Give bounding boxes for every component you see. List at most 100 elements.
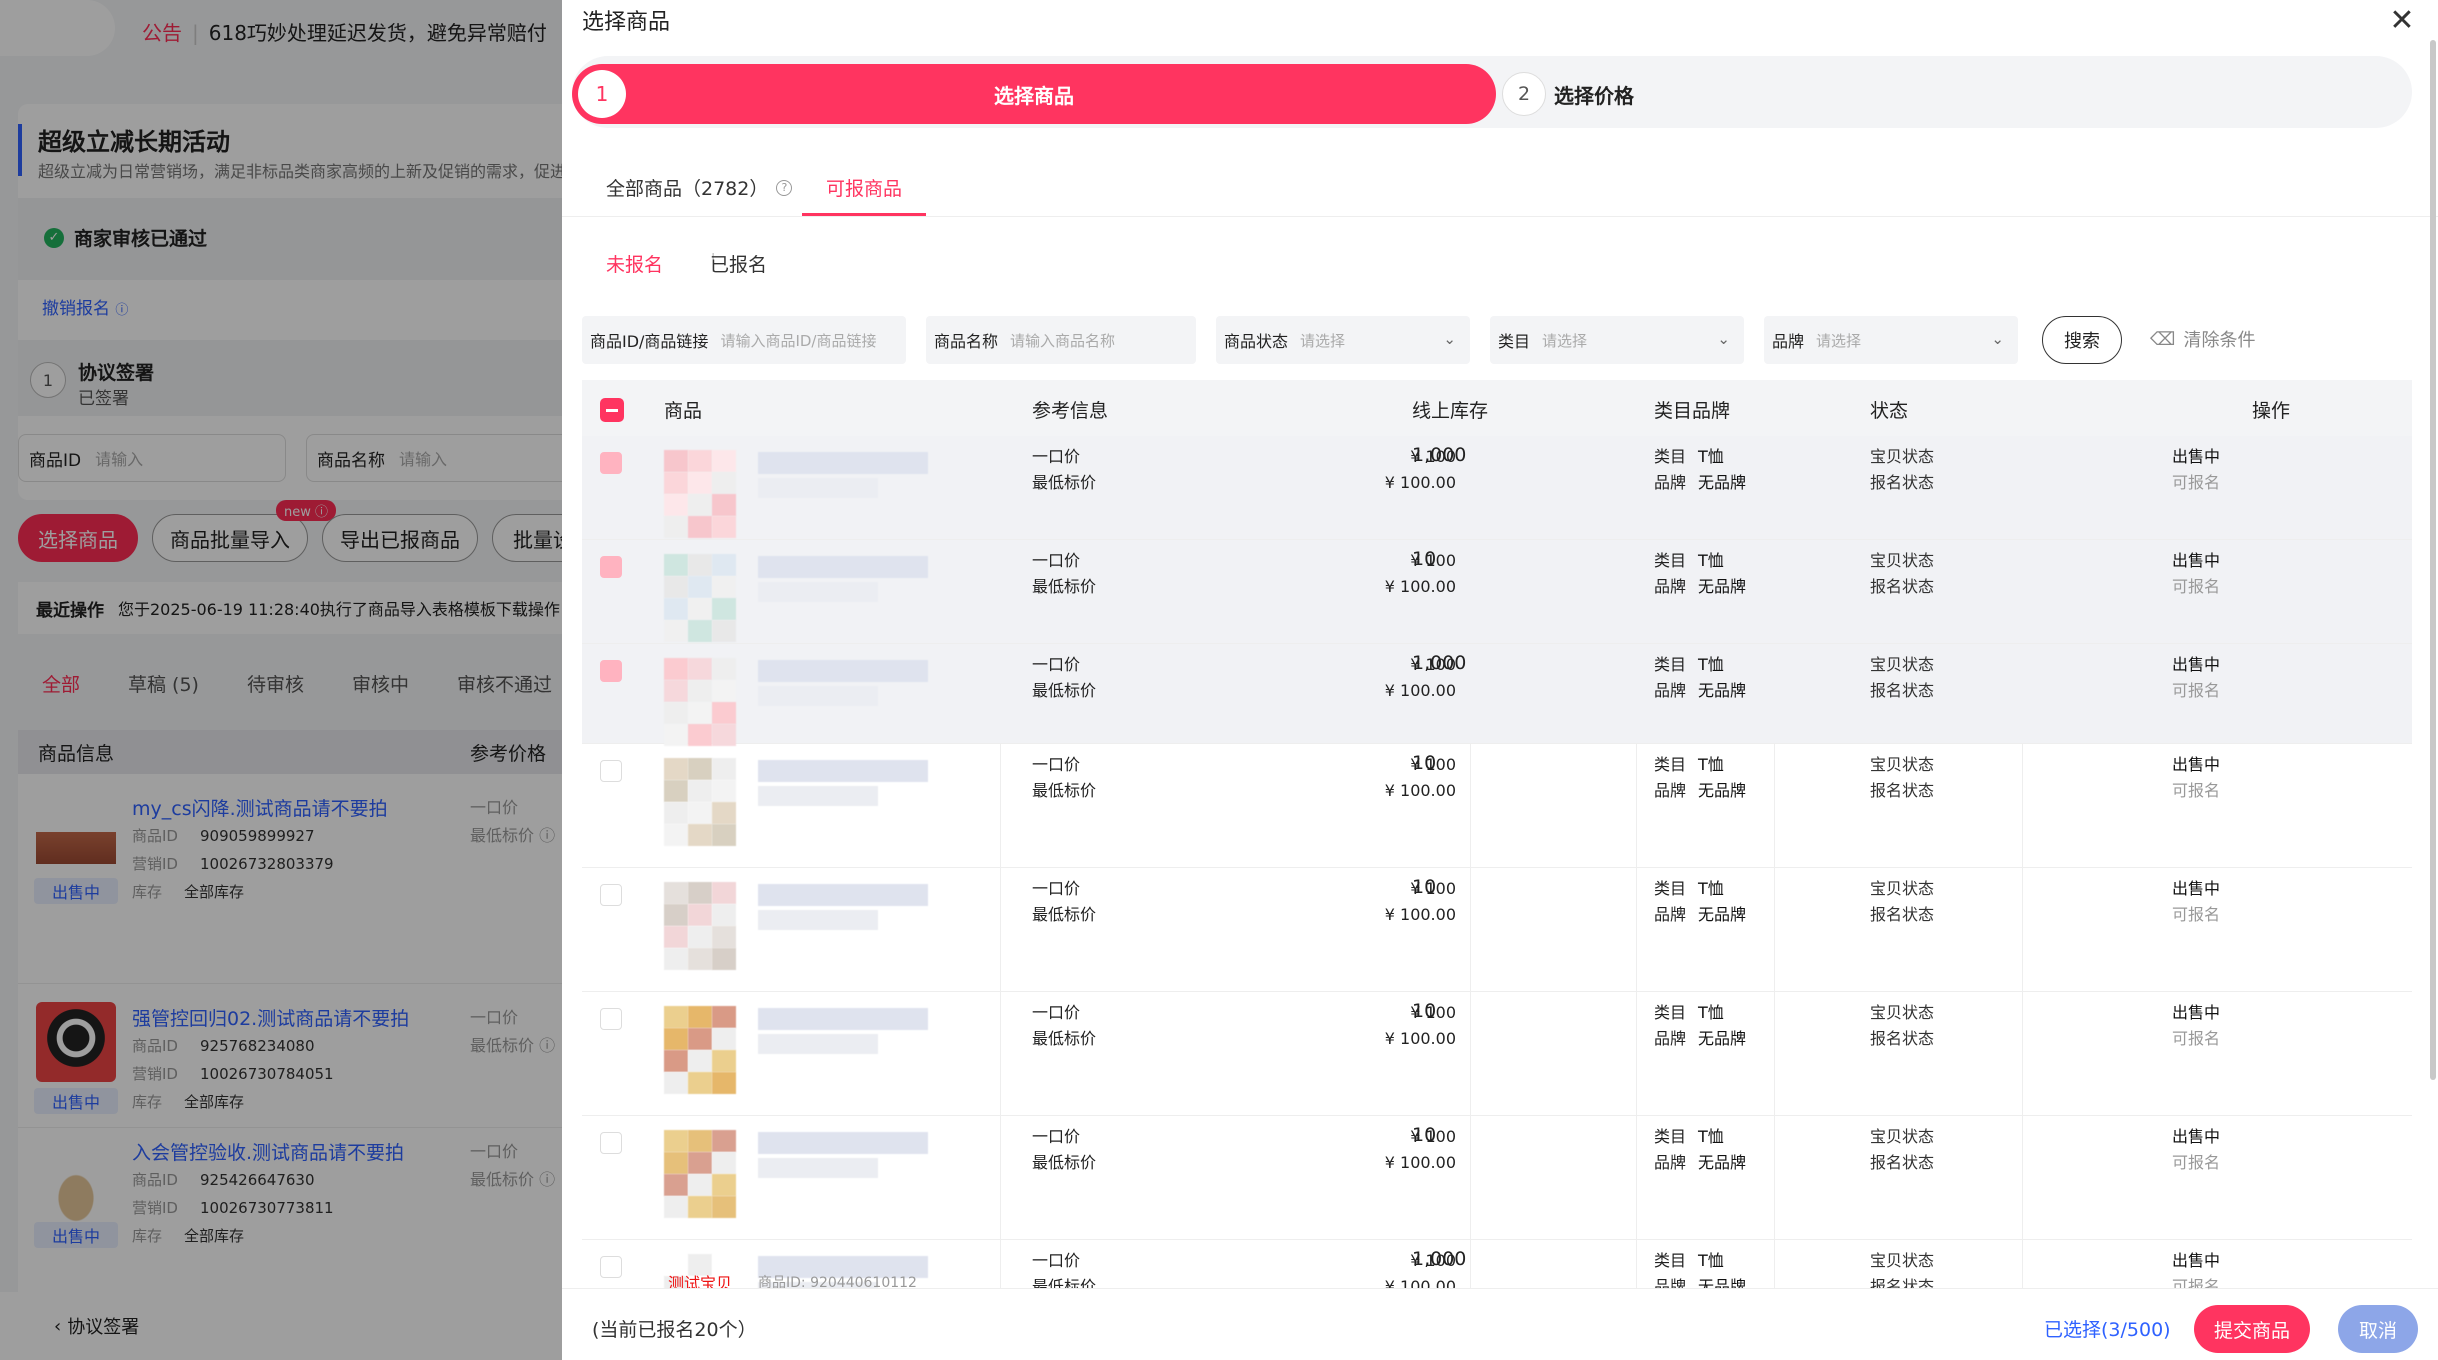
- column-divider: [1470, 744, 1471, 1288]
- column-divider: [1636, 744, 1637, 1288]
- pixelated-thumbnail: [664, 620, 688, 642]
- subtab-unregistered[interactable]: 未报名: [606, 250, 663, 277]
- pixelated-title: [758, 910, 878, 930]
- pixelated-thumbnail: [688, 948, 712, 970]
- pixelated-thumbnail: [688, 598, 712, 620]
- product-name-filter[interactable]: 商品名称 请输入商品名称: [926, 316, 1196, 364]
- pixelated-title: [758, 760, 928, 782]
- min-price-label: 最低标价: [1032, 681, 1097, 700]
- row-checkbox[interactable]: [600, 760, 622, 782]
- price-label: 一口价: [1032, 551, 1081, 570]
- pixelated-title: [758, 452, 928, 474]
- reg-state-value: 可报名: [2172, 1029, 2221, 1048]
- modal-backdrop[interactable]: [0, 0, 562, 1360]
- reg-state-label: 报名状态: [1870, 905, 1935, 924]
- pixelated-thumbnail: [664, 516, 688, 538]
- col-category-brand: 类目品牌: [1654, 400, 1731, 422]
- row-checkbox[interactable]: [600, 884, 622, 906]
- stock-value: 10: [1412, 548, 1437, 570]
- product-tabs: 全部商品（2782）? 可报商品: [562, 164, 2438, 216]
- category-value: 类目 T恤: [1654, 447, 1724, 466]
- tab-all-products[interactable]: 全部商品（2782）?: [606, 164, 793, 216]
- tab-eligible-products[interactable]: 可报商品: [802, 164, 927, 216]
- pixelated-thumbnail: [664, 758, 688, 780]
- product-status-select[interactable]: 商品状态 请选择 ⌄: [1216, 316, 1470, 364]
- price-label: 一口价: [1032, 655, 1081, 674]
- item-state-value: 出售中: [2172, 1251, 2221, 1270]
- pixelated-thumbnail: [712, 598, 736, 620]
- scrollbar[interactable]: [2430, 40, 2436, 1080]
- table-row[interactable]: 一口价 最低标价 ¥ 100 ¥ 100.00 1,000 类目 T恤 品牌 无品牌 宝贝…: [582, 644, 2412, 746]
- row-checkbox[interactable]: [600, 1132, 622, 1154]
- row-checkbox[interactable]: [600, 660, 622, 682]
- category-value: 类目 T恤: [1654, 1251, 1724, 1270]
- pixelated-thumbnail: [664, 802, 688, 824]
- min-price-value: ¥ 100.00: [1384, 577, 1456, 596]
- table-row[interactable]: 一口价 最低标价 ¥ 100 ¥ 100.00 1,000 类目 T恤 品牌 无品牌 宝贝…: [582, 436, 2412, 540]
- item-state-value: 出售中: [2172, 447, 2221, 466]
- pixelated-thumbnail: [688, 1152, 712, 1174]
- product-link-filter[interactable]: 商品ID/商品链接 请输入商品ID/商品链接: [582, 316, 906, 364]
- search-button[interactable]: 搜索: [2042, 316, 2122, 364]
- item-state-label: 宝贝状态: [1870, 1127, 1935, 1146]
- reg-state-value: 可报名: [2172, 681, 2221, 700]
- column-divider: [1000, 744, 1001, 1288]
- pixelated-thumbnail: [664, 1174, 688, 1196]
- row-checkbox[interactable]: [600, 1008, 622, 1030]
- pixelated-thumbnail: [664, 1050, 688, 1072]
- pixelated-thumbnail: [664, 904, 688, 926]
- select-all-checkbox[interactable]: [600, 398, 624, 422]
- row-checkbox[interactable]: [600, 556, 622, 578]
- pixelated-thumbnail: [712, 1050, 736, 1072]
- price-label: 一口价: [1032, 1251, 1081, 1270]
- price-label: 一口价: [1032, 755, 1081, 774]
- item-state-value: 出售中: [2172, 755, 2221, 774]
- pixelated-thumbnail: [712, 824, 736, 846]
- col-reference: 参考信息: [1032, 400, 1109, 422]
- min-price-label: 最低标价: [1032, 1029, 1097, 1048]
- min-price-label: 最低标价: [1032, 1277, 1097, 1288]
- reg-state-value: 可报名: [2172, 1153, 2221, 1172]
- submit-products-button[interactable]: 提交商品: [2194, 1305, 2310, 1353]
- brand-select[interactable]: 品牌 请选择 ⌄: [1764, 316, 2018, 364]
- pixelated-thumbnail: [712, 472, 736, 494]
- pixelated-thumbnail: [712, 882, 736, 904]
- pixelated-thumbnail: [712, 680, 736, 702]
- pixelated-title: [758, 582, 878, 602]
- reg-state-label: 报名状态: [1870, 1029, 1935, 1048]
- pixelated-thumbnail: [688, 780, 712, 802]
- cancel-button[interactable]: 取消: [2338, 1305, 2418, 1353]
- table-row[interactable]: 一口价 最低标价 ¥ 100 ¥ 100.00 10 类目 T恤 品牌 无品牌 宝贝状态报…: [582, 1116, 2412, 1240]
- table-row[interactable]: 一口价 最低标价 ¥ 100 ¥ 100.00 10 类目 T恤 品牌 无品牌 宝贝状态报…: [582, 992, 2412, 1116]
- subtab-registered[interactable]: 已报名: [710, 250, 767, 277]
- reg-state-label: 报名状态: [1870, 473, 1935, 492]
- pixelated-thumbnail: [712, 576, 736, 598]
- pixelated-thumbnail: [688, 1006, 712, 1028]
- table-row[interactable]: 一口价 最低标价 ¥ 100 ¥ 100.00 10 类目 T恤 品牌 无品牌 宝贝状态报…: [582, 744, 2412, 868]
- pixelated-thumbnail: [664, 948, 688, 970]
- row-checkbox[interactable]: [600, 452, 622, 474]
- pixelated-thumbnail: [664, 702, 688, 724]
- row-checkbox[interactable]: [600, 1256, 622, 1278]
- category-value: 类目 T恤: [1654, 655, 1724, 674]
- pixelated-thumbnail: [688, 516, 712, 538]
- pixelated-thumbnail: [712, 516, 736, 538]
- clear-conditions-button[interactable]: ⌫ 清除条件: [2150, 326, 2255, 352]
- price-label: 一口价: [1032, 879, 1081, 898]
- table-row[interactable]: 一口价 最低标价 ¥ 100 ¥ 100.00 10 类目 T恤 品牌 无品牌 宝贝状态报…: [582, 540, 2412, 644]
- reg-state-label: 报名状态: [1870, 1277, 1935, 1288]
- table-row[interactable]: 一口价 最低标价 ¥ 100 ¥ 100.00 10 类目 T恤 品牌 无品牌 宝贝状态报…: [582, 868, 2412, 992]
- pixelated-thumbnail: [688, 494, 712, 516]
- eraser-icon: ⌫: [2150, 328, 2176, 350]
- col-stock: 线上库存: [1412, 400, 1489, 422]
- pixelated-thumbnail: [712, 724, 736, 746]
- pixelated-thumbnail: [688, 882, 712, 904]
- item-state-label: 宝贝状态: [1870, 1003, 1935, 1022]
- close-icon[interactable]: ✕: [2384, 2, 2420, 38]
- col-status: 状态: [1870, 400, 1909, 422]
- selected-count[interactable]: 已选择(3/500): [2044, 1315, 2171, 1342]
- category-select[interactable]: 类目 请选择 ⌄: [1490, 316, 1744, 364]
- item-state-value: 出售中: [2172, 551, 2221, 570]
- brand-value: 品牌 无品牌: [1654, 473, 1747, 492]
- step-select-product: 选择商品: [572, 64, 1496, 124]
